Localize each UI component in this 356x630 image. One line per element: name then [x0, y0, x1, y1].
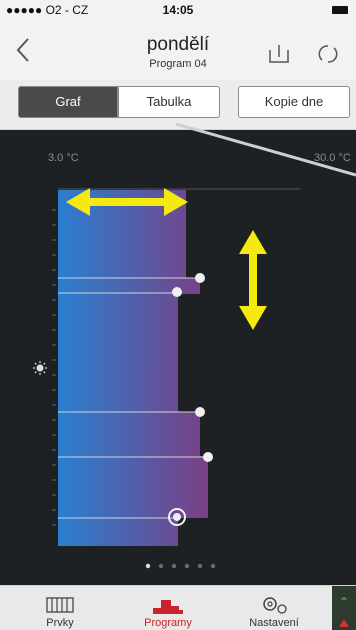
program-bars-icon — [153, 600, 183, 614]
radiator-icon — [46, 597, 74, 613]
tab-nastaveni-label: Nastavení — [249, 617, 299, 629]
bottom-tab-bar: Prvky Programy Nastavení — [0, 585, 356, 630]
gears-icon — [263, 597, 287, 614]
tab-prvky[interactable]: Prvky — [20, 586, 100, 630]
wifi-icon — [341, 597, 347, 601]
side-strip — [332, 586, 356, 630]
tab-programy-label: Programy — [144, 617, 192, 629]
alert-icon — [339, 619, 349, 627]
tab-programy[interactable]: Programy — [118, 586, 218, 630]
tab-prvky-label: Prvky — [46, 617, 74, 629]
annotation-pointer-line — [175, 122, 356, 177]
tab-nastaveni[interactable]: Nastavení — [232, 586, 316, 630]
